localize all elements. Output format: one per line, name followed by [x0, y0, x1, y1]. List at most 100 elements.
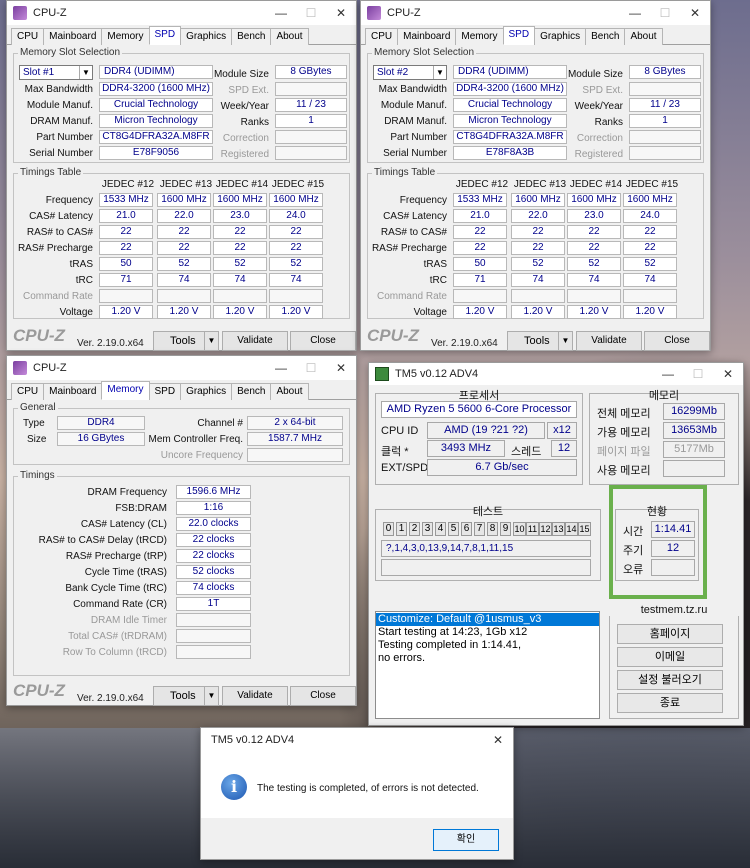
- tab-memory[interactable]: Memory: [101, 381, 150, 400]
- total-memory-value: 16299Mb: [663, 403, 725, 420]
- timing-row-label: RAS# Precharge: [17, 243, 93, 254]
- chevron-down-icon[interactable]: ▼: [558, 332, 572, 350]
- tab-about[interactable]: About: [270, 28, 309, 45]
- memory-timing-label: DRAM Idle Timer: [90, 615, 167, 626]
- tm5-close-window-button[interactable]: ✕: [713, 367, 743, 381]
- dialog-close-icon[interactable]: ✕: [483, 733, 513, 747]
- timing-cell: [567, 289, 621, 303]
- correction-label: Correction: [222, 133, 269, 144]
- slot-selection-label: Memory Slot Selection: [18, 47, 123, 58]
- timing-cell: 52: [213, 257, 267, 271]
- minimize-button[interactable]: —: [620, 6, 650, 20]
- timing-cell: 52: [567, 257, 621, 271]
- tools-label: Tools: [524, 335, 550, 347]
- exit-button[interactable]: 종료: [617, 693, 723, 713]
- tab-cpu[interactable]: CPU: [11, 28, 45, 45]
- memory-timing-label: RAS# to CAS# Delay (tRCD): [38, 535, 167, 546]
- cpuz-spd-window-slot1[interactable]: CPU-Z — ☐ ✕ CPU Mainboard Memory SPD Gra…: [6, 0, 357, 351]
- validate-button[interactable]: Validate: [222, 331, 288, 351]
- close-button[interactable]: Close: [290, 686, 356, 706]
- memory-timing-value: [176, 613, 251, 627]
- dialog-title-bar[interactable]: TM5 v0.12 ADV4 ✕: [201, 728, 513, 752]
- chevron-down-icon[interactable]: ▼: [204, 687, 218, 705]
- slot-select[interactable]: Slot #1 ▼: [19, 65, 93, 80]
- close-window-button[interactable]: ✕: [326, 361, 356, 375]
- slot-select[interactable]: Slot #2 ▼: [373, 65, 447, 80]
- tab-graphics[interactable]: Graphics: [180, 383, 233, 400]
- close-window-button[interactable]: ✕: [326, 6, 356, 20]
- tools-button[interactable]: Tools ▼: [507, 331, 573, 351]
- tm5-minimize-button[interactable]: —: [653, 367, 683, 381]
- threads-label: 스레드: [511, 446, 542, 458]
- close-button[interactable]: Close: [644, 331, 710, 351]
- email-button[interactable]: 이메일: [617, 647, 723, 667]
- minimize-button[interactable]: —: [266, 361, 296, 375]
- timing-row-label: Frequency: [399, 195, 447, 206]
- tab-cpu[interactable]: CPU: [11, 383, 45, 400]
- cpuz-app-icon: [13, 6, 27, 20]
- tab-cpu[interactable]: CPU: [365, 28, 399, 45]
- serial-number-value: E78F9056: [99, 146, 213, 160]
- tab-memory[interactable]: Memory: [101, 28, 150, 45]
- memory-timing-label: Total CAS# (tRDRAM): [68, 631, 167, 642]
- timing-cell: 52: [511, 257, 565, 271]
- tab-spd[interactable]: SPD: [148, 383, 182, 400]
- test-number-box: 9: [500, 522, 511, 536]
- tools-button[interactable]: Tools ▼: [153, 331, 219, 351]
- dram-manuf-value: Micron Technology: [99, 114, 213, 128]
- ok-button[interactable]: 확인: [433, 829, 499, 851]
- tab-bench[interactable]: Bench: [231, 383, 272, 400]
- test-number-box: 14: [565, 522, 578, 536]
- registered-value: [275, 146, 347, 160]
- cpuz-spd-window-slot2[interactable]: CPU-Z — ☐ ✕ CPU Mainboard Memory SPD Gra…: [360, 0, 711, 351]
- site-link[interactable]: testmem.tz.ru: [609, 604, 739, 616]
- completion-dialog[interactable]: TM5 v0.12 ADV4 ✕ i The testing is comple…: [200, 727, 514, 860]
- tab-mainboard[interactable]: Mainboard: [397, 28, 457, 45]
- close-button[interactable]: Close: [290, 331, 356, 351]
- mem-controller-freq-value: 1587.7 MHz: [247, 432, 343, 446]
- tab-bench[interactable]: Bench: [231, 28, 272, 45]
- timing-cell: 74: [213, 273, 267, 287]
- tools-button[interactable]: Tools ▼: [153, 686, 219, 706]
- spd-ext-value: [275, 82, 347, 96]
- tab-bench[interactable]: Bench: [585, 28, 626, 45]
- tm5-window[interactable]: TM5 v0.12 ADV4 — ☐ ✕ 프로세서 AMD Ryzen 5 56…: [368, 362, 744, 726]
- tab-spd[interactable]: SPD: [502, 26, 536, 45]
- tab-about[interactable]: About: [624, 28, 663, 45]
- validate-button[interactable]: Validate: [576, 331, 642, 351]
- part-number-label: Part Number: [36, 132, 93, 143]
- test-log[interactable]: Customize: Default @1usmus_v3 Start test…: [375, 611, 600, 719]
- title-bar[interactable]: CPU-Z — ☐ ✕: [7, 1, 356, 25]
- chevron-down-icon[interactable]: ▼: [204, 332, 218, 350]
- tab-mainboard[interactable]: Mainboard: [43, 28, 103, 45]
- registered-label: Registered: [220, 149, 269, 160]
- tab-graphics[interactable]: Graphics: [180, 28, 233, 45]
- timing-cell: 1.20 V: [99, 305, 153, 319]
- tab-mainboard[interactable]: Mainboard: [43, 383, 103, 400]
- tab-about[interactable]: About: [270, 383, 309, 400]
- timing-cell: 22: [213, 241, 267, 255]
- minimize-button[interactable]: —: [266, 6, 296, 20]
- validate-button[interactable]: Validate: [222, 686, 288, 706]
- log-line[interactable]: Customize: Default @1usmus_v3: [376, 613, 599, 626]
- tm5-title-bar[interactable]: TM5 v0.12 ADV4 — ☐ ✕: [369, 363, 743, 385]
- chevron-down-icon[interactable]: ▼: [79, 66, 92, 79]
- max-bandwidth-label: Max Bandwidth: [378, 84, 447, 95]
- title-bar[interactable]: CPU-Z — ☐ ✕: [361, 1, 710, 25]
- title-bar[interactable]: CPU-Z — ☐ ✕: [7, 356, 356, 380]
- homepage-button[interactable]: 홈페이지: [617, 624, 723, 644]
- jedec-column-header: JEDEC #15: [271, 179, 325, 190]
- module-size-label: Module Size: [567, 69, 623, 80]
- close-window-button[interactable]: ✕: [680, 6, 710, 20]
- load-config-button[interactable]: 설정 불러오기: [617, 670, 723, 690]
- chevron-down-icon[interactable]: ▼: [433, 66, 446, 79]
- timing-cell: 22.0: [157, 209, 211, 223]
- tab-spd[interactable]: SPD: [148, 26, 182, 45]
- module-type-value: DDR4 (UDIMM): [99, 65, 213, 79]
- max-bandwidth-label: Max Bandwidth: [24, 84, 93, 95]
- tab-memory[interactable]: Memory: [455, 28, 504, 45]
- timing-cell: 21.0: [99, 209, 153, 223]
- timing-row-label: tRAS: [69, 259, 93, 270]
- tab-graphics[interactable]: Graphics: [534, 28, 587, 45]
- timing-cell: 1600 MHz: [511, 193, 565, 207]
